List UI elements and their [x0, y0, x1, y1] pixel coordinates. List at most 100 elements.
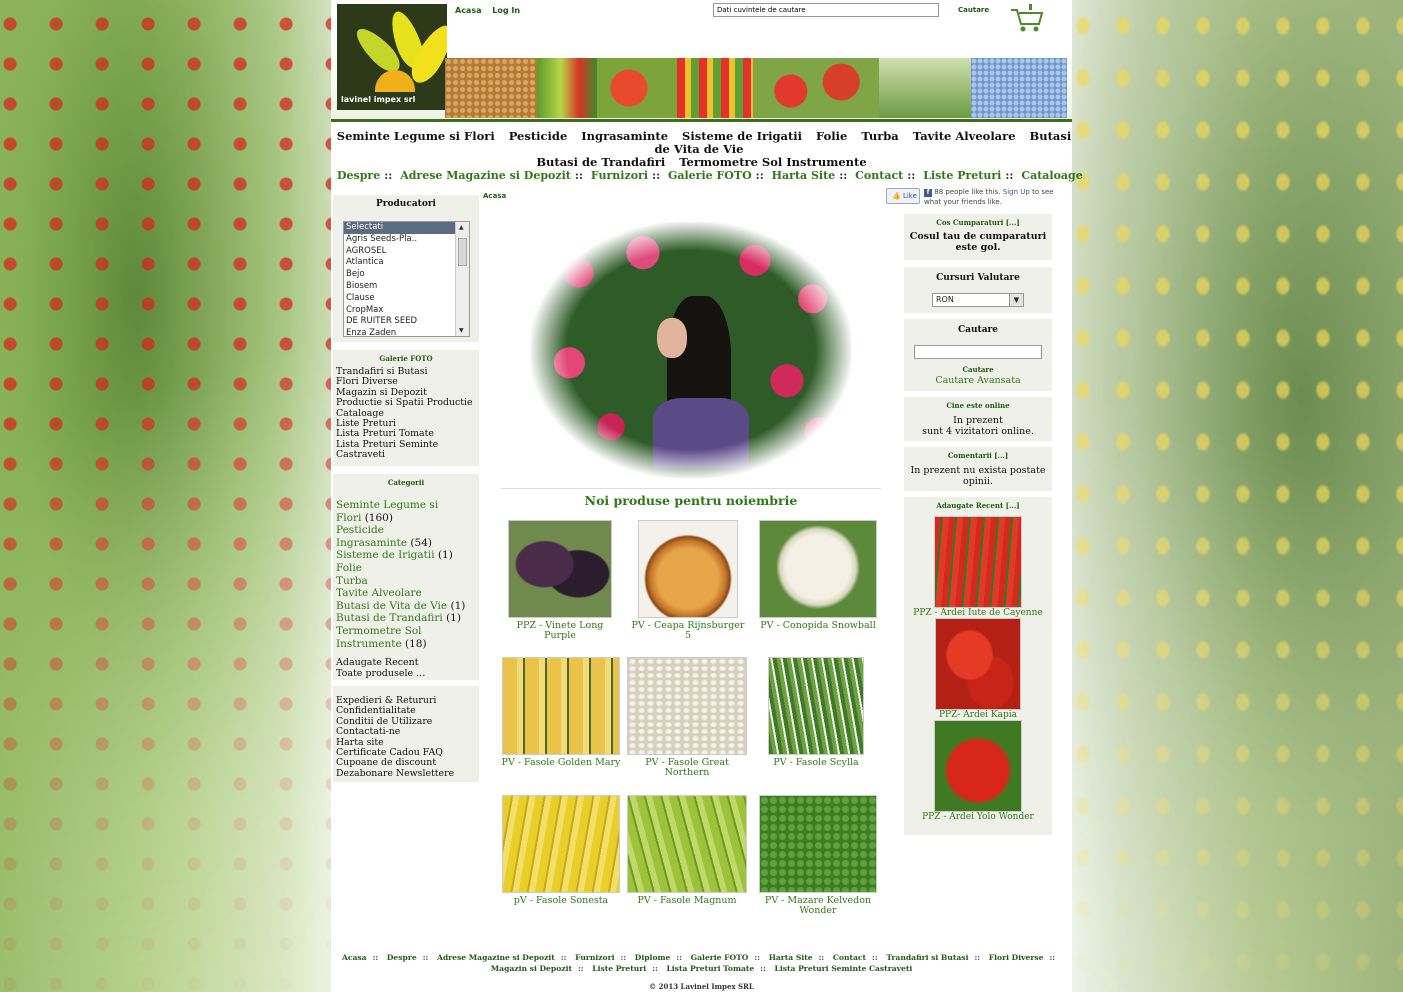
info-link[interactable]: Dezabonare Newslettere	[336, 768, 479, 779]
galerie-link[interactable]: Castraveti	[336, 449, 479, 460]
category-link[interactable]: Butasi de Trandafiri (1)	[336, 612, 479, 625]
category-link[interactable]: Turba	[336, 575, 479, 588]
product-image-yellow-beans[interactable]	[502, 657, 620, 755]
product-card[interactable]: PV - Conopida Snowball	[753, 520, 883, 631]
recent-product-label[interactable]: PPZ - Ardei Iute de Cayenne	[904, 608, 1052, 618]
search-input[interactable]	[914, 345, 1042, 359]
product-image-magnum-beans[interactable]	[627, 795, 747, 893]
footer-link[interactable]: Lista Preturi Tomate	[666, 964, 754, 973]
breadcrumb[interactable]: Acasa	[483, 192, 506, 200]
product-card[interactable]: PV - Ceapa Rijnsburger 5	[623, 520, 753, 641]
category-link[interactable]: Tavite Alveolare	[336, 587, 479, 600]
recent-product-image-kapia[interactable]	[935, 618, 1021, 710]
scroll-up-arrow-icon[interactable]: ▲	[459, 224, 464, 231]
product-card[interactable]: PV - Fasole Magnum	[625, 795, 749, 906]
recent-product-image-yolo[interactable]	[934, 720, 1022, 812]
search-button[interactable]: Cautare	[904, 365, 1052, 376]
product-image-peas[interactable]	[759, 795, 877, 893]
nav-turba[interactable]: Turba	[861, 129, 898, 143]
site-logo[interactable]: lavinel impex srl	[337, 4, 447, 110]
listbox-scrollbar[interactable]: ▲ ▼	[455, 222, 469, 336]
footer-link[interactable]: Harta Site	[769, 953, 813, 962]
footer-link[interactable]: Flori Diverse	[989, 953, 1044, 962]
advanced-search-link[interactable]: Cautare Avansata	[904, 375, 1052, 387]
nav-seminte[interactable]: Seminte Legume si Flori	[337, 129, 495, 143]
category-link[interactable]: Folie	[336, 562, 479, 575]
recent-product[interactable]: PPZ - Ardei Yolo Wonder	[904, 720, 1052, 822]
nav2-furnizori[interactable]: Furnizori	[591, 169, 648, 182]
currency-select[interactable]: RON ▼	[932, 293, 1024, 307]
nav2-cataloage[interactable]: Cataloage	[1021, 169, 1082, 182]
shopping-cart-icon[interactable]	[1009, 4, 1045, 34]
nav-ingrasaminte[interactable]: Ingrasaminte	[581, 129, 668, 143]
producatori-option[interactable]: Bejo	[344, 269, 469, 281]
scroll-down-arrow-icon[interactable]: ▼	[459, 327, 464, 334]
product-image-wax-beans[interactable]	[502, 795, 620, 893]
producatori-option[interactable]: AGROSEL	[344, 246, 469, 258]
nav-tavite[interactable]: Tavite Alveolare	[913, 129, 1016, 143]
category-link[interactable]: Butasi de Vita de Vie (1)	[336, 600, 479, 613]
nav2-liste-preturi[interactable]: Liste Preturi	[923, 169, 1001, 182]
category-link[interactable]: Flori (160)	[336, 512, 479, 525]
nav2-adrese[interactable]: Adrese Magazine si Depozit	[400, 169, 571, 182]
product-label[interactable]: PV - Conopida Snowball	[753, 621, 883, 631]
all-products-link[interactable]: Toate produsele ...	[336, 668, 479, 680]
footer-link[interactable]: Magazin si Depozit	[491, 964, 572, 973]
product-label[interactable]: PV - Fasole Golden Mary	[499, 758, 623, 768]
category-link[interactable]: Seminte Legume si	[336, 499, 479, 512]
product-image-eggplant[interactable]	[508, 520, 612, 618]
producatori-option[interactable]: DE RUITER SEED	[344, 316, 469, 328]
product-label[interactable]: PV - Fasole Magnum	[625, 896, 749, 906]
product-label[interactable]: pV - Fasole Sonesta	[499, 896, 623, 906]
producatori-option[interactable]: CropMax	[344, 305, 469, 317]
nav-irigatii[interactable]: Sisteme de Irigatii	[682, 129, 802, 143]
producatori-option[interactable]: Atlantica	[344, 257, 469, 269]
footer-link[interactable]: Trandafiri si Butasi	[886, 953, 968, 962]
nav-pesticide[interactable]: Pesticide	[509, 129, 568, 143]
category-link[interactable]: Instrumente (18)	[336, 638, 479, 651]
nav-trandafiri[interactable]: Butasi de Trandafiri	[536, 155, 665, 169]
top-link-home[interactable]: Acasa	[455, 6, 482, 15]
nav2-contact[interactable]: Contact	[855, 169, 903, 182]
product-card[interactable]: PV - Fasole Scylla	[761, 657, 871, 768]
product-label[interactable]: PV - Fasole Scylla	[761, 758, 871, 768]
nav2-galerie[interactable]: Galerie FOTO	[668, 169, 752, 182]
footer-link[interactable]: Liste Preturi	[592, 964, 646, 973]
recent-product-image-cayenne[interactable]	[934, 516, 1022, 608]
recent-product-label[interactable]: PPZ - Ardei Yolo Wonder	[904, 812, 1052, 822]
header-search-button[interactable]: Cautare	[958, 6, 989, 14]
product-card[interactable]: PPZ - Vinete Long Purple	[501, 520, 619, 641]
recent-more-link[interactable]: [...]	[1006, 501, 1020, 510]
product-label[interactable]: Wonder	[753, 906, 883, 916]
product-card[interactable]: PV - Mazare Kelvedon Wonder	[753, 795, 883, 916]
header-search-input[interactable]	[713, 3, 939, 17]
product-image-cauliflower[interactable]	[759, 520, 877, 618]
product-image-green-beans[interactable]	[768, 657, 864, 755]
nav-folie[interactable]: Folie	[816, 129, 847, 143]
dropdown-arrow-icon[interactable]: ▼	[1009, 294, 1023, 306]
footer-link[interactable]: Diplome	[635, 953, 671, 962]
category-link[interactable]: Termometre Sol	[336, 625, 479, 638]
producatori-listbox[interactable]: Selectati Agris Seeds-Pla.. AGROSEL Atla…	[343, 221, 470, 337]
comments-more-link[interactable]: [...]	[994, 451, 1008, 460]
recent-product-label[interactable]: PPZ- Ardei Kapia	[904, 710, 1052, 720]
nav2-despre[interactable]: Despre	[337, 169, 380, 182]
footer-link[interactable]: Furnizori	[575, 953, 614, 962]
nav-termometre[interactable]: Termometre Sol Instrumente	[679, 155, 866, 169]
footer-link[interactable]: Acasa	[342, 953, 367, 962]
producatori-option[interactable]: Selectati	[344, 222, 455, 234]
footer-link[interactable]: Despre	[387, 953, 417, 962]
product-label[interactable]: Purple	[501, 631, 619, 641]
product-card[interactable]: PV - Fasole Great Northern	[625, 657, 749, 778]
product-image-white-beans[interactable]	[627, 657, 747, 755]
facebook-like-button[interactable]: 👍 Like	[886, 188, 920, 204]
product-card[interactable]: PV - Fasole Golden Mary	[499, 657, 623, 768]
product-image-onion[interactable]	[638, 520, 738, 618]
facebook-signup-link[interactable]: Sign Up	[1003, 188, 1030, 196]
product-label[interactable]: 5	[623, 631, 753, 641]
recent-product[interactable]: PPZ - Ardei Iute de Cayenne	[904, 516, 1052, 618]
scrollbar-thumb[interactable]	[458, 238, 467, 266]
producatori-option[interactable]: Enza Zaden	[344, 328, 469, 336]
category-link[interactable]: Pesticide	[336, 524, 479, 537]
cart-more-link[interactable]: [...]	[1006, 218, 1020, 227]
